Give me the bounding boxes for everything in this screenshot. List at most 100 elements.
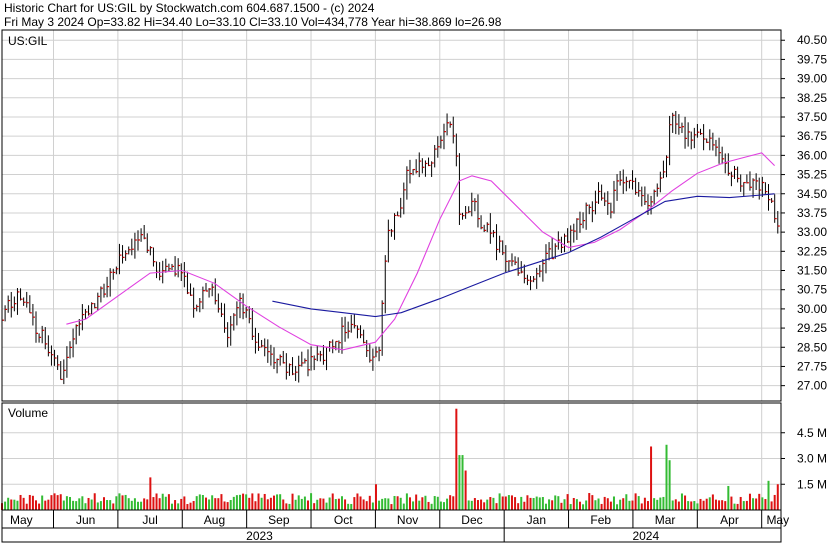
volume-bar: [384, 498, 387, 510]
volume-bar: [297, 495, 300, 510]
volume-bar: [572, 497, 575, 510]
volume-bar: [755, 498, 758, 510]
volume-bar: [687, 501, 690, 510]
volume-bar: [22, 497, 25, 510]
volume-bar: [208, 499, 211, 510]
volume-bar: [634, 493, 637, 510]
volume-bar: [643, 497, 646, 510]
volume-bar: [461, 455, 464, 510]
volume-bar: [353, 497, 356, 510]
volume-bar: [272, 495, 275, 510]
month-label: Jun: [76, 513, 95, 527]
volume-bar: [520, 496, 523, 510]
chart-background: [0, 0, 830, 543]
volume-bar: [260, 497, 263, 510]
month-label: Aug: [204, 513, 225, 527]
volume-bar: [183, 496, 186, 510]
volume-bar: [136, 501, 139, 510]
volume-bar: [510, 495, 513, 510]
volume-bar: [41, 495, 44, 510]
volume-bar: [548, 499, 551, 510]
volume-bar: [594, 500, 597, 510]
volume-tick-label: 4.5 M: [797, 426, 827, 440]
month-label: May: [766, 513, 789, 527]
volume-bar: [393, 495, 396, 510]
volume-bar: [415, 494, 418, 510]
volume-bar: [773, 494, 776, 510]
volume-bar: [322, 498, 325, 510]
volume-bar: [421, 497, 424, 510]
volume-bar: [112, 503, 115, 510]
volume-bar: [736, 503, 739, 510]
volume-bar: [325, 502, 328, 510]
volume-bar: [365, 501, 368, 510]
volume-bar: [269, 497, 272, 510]
volume-bar: [405, 493, 408, 510]
volume-bar: [677, 501, 680, 510]
volume-bar: [350, 503, 353, 510]
volume-bar: [514, 497, 517, 510]
volume-bar: [538, 497, 541, 510]
volume-bar: [87, 497, 90, 510]
volume-bar: [752, 498, 755, 510]
volume-bar: [189, 502, 192, 510]
volume-bar: [99, 501, 102, 510]
volume-bar: [47, 499, 50, 510]
volume-bar: [662, 496, 665, 510]
volume-bar: [276, 494, 279, 510]
volume-bar: [303, 496, 306, 510]
volume-bar: [347, 503, 350, 510]
month-label: Jan: [527, 513, 546, 527]
month-label: Mar: [655, 513, 676, 527]
volume-bar: [517, 503, 520, 510]
volume-bar: [340, 496, 343, 510]
volume-bar: [310, 493, 313, 510]
price-tick-label: 33.75: [797, 206, 827, 220]
volume-bar: [727, 485, 730, 510]
volume-bar: [582, 504, 585, 510]
volume-bar: [195, 496, 198, 510]
price-tick-label: 33.00: [797, 225, 827, 239]
volume-bar: [665, 444, 668, 510]
volume-bar: [133, 498, 136, 510]
volume-bar: [149, 477, 152, 510]
volume-bar: [254, 501, 257, 510]
volume-bar: [50, 495, 53, 510]
volume-bar: [566, 494, 569, 510]
volume-bar: [192, 501, 195, 510]
volume-bar: [201, 495, 204, 510]
volume-bar: [600, 503, 603, 510]
volume-bar: [424, 495, 427, 510]
volume-bar: [776, 484, 779, 510]
volume-bar: [507, 495, 510, 510]
volume-bar: [75, 501, 78, 510]
volume-bar: [396, 496, 399, 510]
volume-bar: [724, 501, 727, 510]
volume-bar: [656, 499, 659, 510]
volume-bar: [671, 500, 674, 510]
month-label: May: [10, 513, 33, 527]
volume-bar: [619, 499, 622, 510]
price-tick-label: 32.25: [797, 244, 827, 258]
chart-title: Historic Chart for US:GIL by Stockwatch.…: [4, 1, 375, 15]
volume-bar: [31, 495, 34, 510]
volume-bar: [408, 497, 411, 510]
volume-bar: [430, 503, 433, 510]
month-label: Jul: [142, 513, 157, 527]
volume-tick-label: 1.5 M: [797, 477, 827, 491]
volume-bar: [44, 500, 47, 510]
chart-container: Historic Chart for US:GIL by Stockwatch.…: [0, 0, 830, 543]
year-label: 2023: [246, 529, 273, 543]
volume-bar: [708, 497, 711, 510]
volume-bar: [680, 493, 683, 510]
volume-bar: [356, 493, 359, 510]
volume-bar: [498, 493, 501, 510]
price-tick-label: 29.25: [797, 321, 827, 335]
volume-bar: [495, 503, 498, 510]
volume-bar: [711, 494, 714, 510]
volume-bar: [483, 502, 486, 510]
volume-bar: [504, 496, 507, 510]
volume-bar: [359, 496, 362, 510]
volume-bar: [337, 498, 340, 510]
price-tick-label: 27.75: [797, 359, 827, 373]
